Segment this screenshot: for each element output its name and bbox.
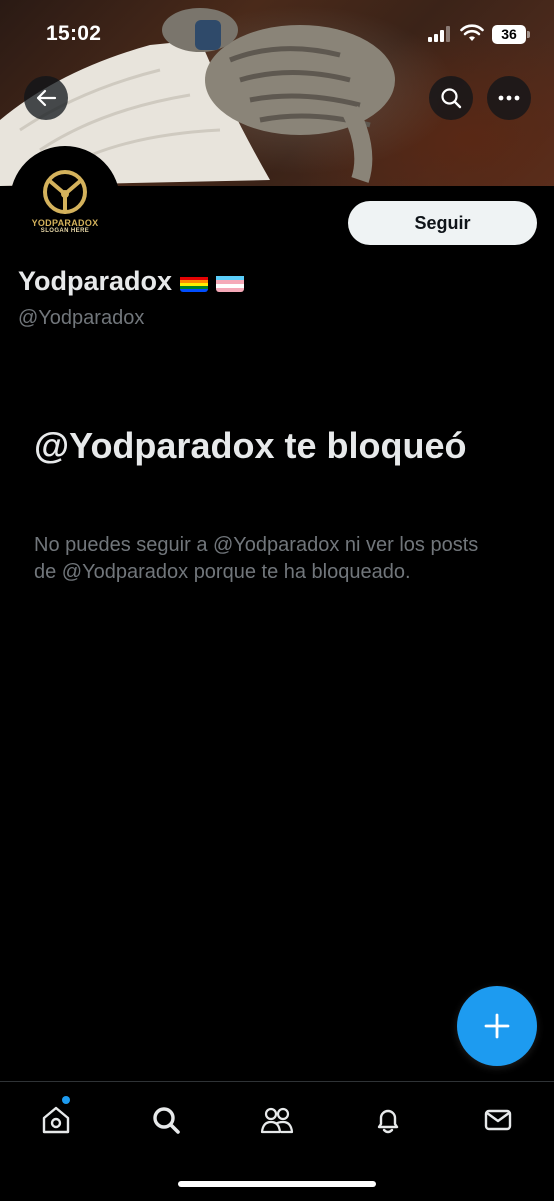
status-time: 15:02 <box>46 22 102 45</box>
follow-button[interactable]: Seguir <box>348 201 537 245</box>
wifi-icon <box>460 24 484 41</box>
tab-search[interactable] <box>146 1100 186 1140</box>
tab-communities[interactable] <box>257 1100 297 1140</box>
display-name: Yodparadox <box>18 266 173 296</box>
search-icon <box>441 88 462 109</box>
compose-fab-button[interactable] <box>457 986 537 1066</box>
yodparadox-logo-icon <box>43 170 87 214</box>
communities-icon <box>260 1107 294 1134</box>
avatar-brand-text: YODPARADOX <box>31 218 99 228</box>
more-button[interactable] <box>487 76 531 120</box>
battery-indicator: 36 <box>492 25 526 44</box>
blocked-description: No puedes seguir a @Yodparadox ni ver lo… <box>34 534 479 583</box>
avatar-slogan-text: SLOGAN HERE <box>40 228 90 234</box>
tab-home[interactable] <box>36 1100 76 1140</box>
notifications-icon <box>377 1109 399 1134</box>
home-indicator[interactable] <box>178 1181 376 1187</box>
battery-tip <box>527 31 530 38</box>
transgender-flag-icon <box>216 272 245 292</box>
avatar[interactable]: YODPARADOX SLOGAN HERE <box>10 146 120 256</box>
arrow-left-icon <box>36 89 57 107</box>
rainbow-flag-icon <box>180 272 209 292</box>
home-icon <box>42 1106 70 1134</box>
profile-handle: @Yodparadox <box>18 307 145 329</box>
profile-display-name-row: Yodparadox <box>18 266 245 297</box>
blocked-title: @Yodparadox te bloqueó <box>34 425 467 466</box>
home-unread-dot <box>62 1096 70 1104</box>
search-icon <box>153 1107 180 1134</box>
cellular-signal-icon <box>428 26 450 42</box>
more-horizontal-icon <box>498 95 520 101</box>
messages-icon <box>484 1109 512 1131</box>
back-button[interactable] <box>24 76 68 120</box>
tab-messages[interactable] <box>478 1100 518 1140</box>
status-bar: 15:02 36 <box>0 0 554 70</box>
search-button[interactable] <box>429 76 473 120</box>
plus-icon <box>484 1013 510 1039</box>
tab-notifications[interactable] <box>368 1100 408 1140</box>
